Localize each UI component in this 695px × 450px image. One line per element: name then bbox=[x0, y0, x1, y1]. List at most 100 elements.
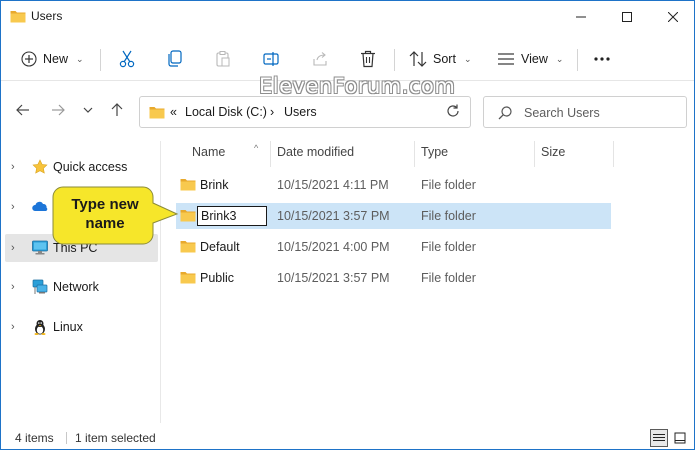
column-divider[interactable] bbox=[414, 141, 415, 167]
folder-icon bbox=[180, 210, 196, 222]
file-date: 10/15/2021 4:11 PM bbox=[277, 178, 389, 192]
chevron-right-icon[interactable]: › bbox=[11, 321, 15, 333]
sort-icon bbox=[409, 51, 427, 67]
share-button[interactable] bbox=[312, 45, 328, 73]
title-bar[interactable]: Users bbox=[1, 1, 694, 33]
nav-label: This PC bbox=[53, 241, 98, 255]
up-arrow-icon bbox=[111, 103, 123, 116]
close-button[interactable] bbox=[650, 1, 694, 33]
maximize-button[interactable] bbox=[604, 1, 650, 33]
callout-text: Type new name bbox=[53, 195, 157, 233]
search-icon bbox=[498, 106, 512, 120]
copy-icon bbox=[168, 50, 182, 67]
breadcrumb-local-disk[interactable]: Local Disk (C:) bbox=[185, 105, 267, 119]
chevron-right-icon[interactable]: › bbox=[11, 161, 15, 173]
chevron-right-icon[interactable]: › bbox=[11, 242, 15, 254]
column-divider[interactable] bbox=[613, 141, 614, 167]
file-type: File folder bbox=[421, 178, 476, 192]
plus-icon bbox=[21, 51, 37, 67]
file-name: Default bbox=[200, 240, 240, 254]
item-count: 4 items bbox=[15, 431, 54, 445]
chevron-right-icon[interactable]: › bbox=[11, 201, 15, 213]
more-icon bbox=[594, 57, 610, 61]
nav-item-quick-access[interactable]: › Quick access bbox=[5, 153, 158, 181]
forward-arrow-icon bbox=[52, 104, 65, 116]
large-icons-view-button[interactable] bbox=[671, 429, 689, 447]
table-row[interactable]: Public 10/15/2021 3:57 PM File folder bbox=[176, 265, 611, 291]
details-view-icon bbox=[653, 434, 665, 441]
file-name: Public bbox=[200, 271, 235, 285]
chevron-down-icon bbox=[83, 107, 93, 113]
folder-icon bbox=[180, 241, 196, 253]
search-box[interactable]: Search Users bbox=[483, 96, 687, 128]
callout-line: Type new bbox=[71, 196, 139, 213]
close-icon bbox=[668, 12, 678, 22]
window-title: Users bbox=[31, 9, 63, 23]
divider bbox=[100, 49, 101, 71]
view-label: View bbox=[521, 52, 548, 66]
recent-locations-button[interactable] bbox=[79, 101, 97, 119]
new-label: New bbox=[43, 52, 69, 66]
nav-item-network[interactable]: › Network bbox=[5, 273, 158, 301]
pc-icon bbox=[32, 240, 48, 255]
delete-icon bbox=[361, 50, 375, 68]
breadcrumb-separator[interactable]: › bbox=[270, 105, 274, 119]
search-placeholder: Search Users bbox=[524, 106, 600, 120]
address-bar[interactable]: « Local Disk (C:) › Users bbox=[139, 96, 471, 128]
linux-icon bbox=[34, 320, 46, 335]
file-type: File folder bbox=[421, 209, 476, 223]
column-header-name[interactable]: ^ Name bbox=[192, 143, 258, 171]
breadcrumb-users[interactable]: Users bbox=[284, 105, 317, 119]
back-button[interactable] bbox=[14, 101, 32, 119]
divider bbox=[66, 432, 67, 444]
paste-icon bbox=[216, 51, 230, 67]
table-row[interactable]: Default 10/15/2021 4:00 PM File folder bbox=[176, 234, 611, 260]
rename-icon bbox=[263, 52, 279, 66]
paste-button[interactable] bbox=[215, 45, 231, 73]
minimize-icon bbox=[576, 16, 586, 18]
nav-item-this-pc[interactable]: › This PC bbox=[5, 234, 158, 262]
column-divider[interactable] bbox=[534, 141, 535, 167]
column-label: Name bbox=[192, 145, 226, 159]
back-arrow-icon bbox=[16, 104, 29, 116]
details-view-button[interactable] bbox=[650, 429, 668, 447]
table-row-selected[interactable]: Brink3 10/15/2021 3:57 PM File folder bbox=[176, 203, 611, 229]
column-header-date[interactable]: Date modified bbox=[277, 145, 354, 171]
divider bbox=[577, 49, 578, 71]
cut-button[interactable] bbox=[119, 45, 135, 73]
file-name: Brink bbox=[200, 178, 229, 192]
chevron-right-icon[interactable]: › bbox=[11, 281, 15, 293]
maximize-icon bbox=[622, 12, 632, 22]
forward-button[interactable] bbox=[49, 101, 67, 119]
nav-item-linux[interactable]: › Linux bbox=[5, 313, 158, 341]
more-button[interactable] bbox=[593, 45, 611, 73]
sort-ascending-icon: ^ bbox=[254, 143, 259, 153]
navigation-bar: « Local Disk (C:) › Users Search Users bbox=[1, 89, 694, 133]
folder-icon bbox=[10, 11, 26, 23]
new-button[interactable]: New ⌄ bbox=[21, 45, 84, 73]
view-icon bbox=[498, 53, 514, 65]
status-bar: 4 items 1 item selected bbox=[1, 427, 694, 449]
table-row[interactable]: Brink 10/15/2021 4:11 PM File folder bbox=[176, 172, 611, 198]
up-button[interactable] bbox=[108, 101, 126, 119]
delete-button[interactable] bbox=[360, 45, 376, 73]
rename-button[interactable] bbox=[263, 45, 281, 73]
file-type: File folder bbox=[421, 271, 476, 285]
divider bbox=[394, 49, 395, 71]
minimize-button[interactable] bbox=[558, 1, 604, 33]
view-button[interactable]: View ⌄ bbox=[497, 45, 563, 73]
refresh-icon[interactable] bbox=[446, 104, 460, 118]
copy-button[interactable] bbox=[167, 45, 183, 73]
column-divider[interactable] bbox=[270, 141, 271, 167]
file-date: 10/15/2021 3:57 PM bbox=[277, 271, 390, 285]
column-header-size[interactable]: Size bbox=[541, 145, 565, 171]
chevron-down-icon: ⌄ bbox=[76, 53, 84, 64]
column-header-type[interactable]: Type bbox=[421, 145, 448, 171]
folder-icon bbox=[180, 272, 196, 284]
network-icon bbox=[32, 279, 48, 294]
sort-button[interactable]: Sort ⌄ bbox=[409, 45, 471, 73]
rename-input[interactable]: Brink3 bbox=[197, 206, 267, 226]
large-icons-view-icon bbox=[674, 432, 686, 444]
address-overflow[interactable]: « bbox=[170, 105, 177, 119]
share-icon bbox=[313, 52, 327, 66]
